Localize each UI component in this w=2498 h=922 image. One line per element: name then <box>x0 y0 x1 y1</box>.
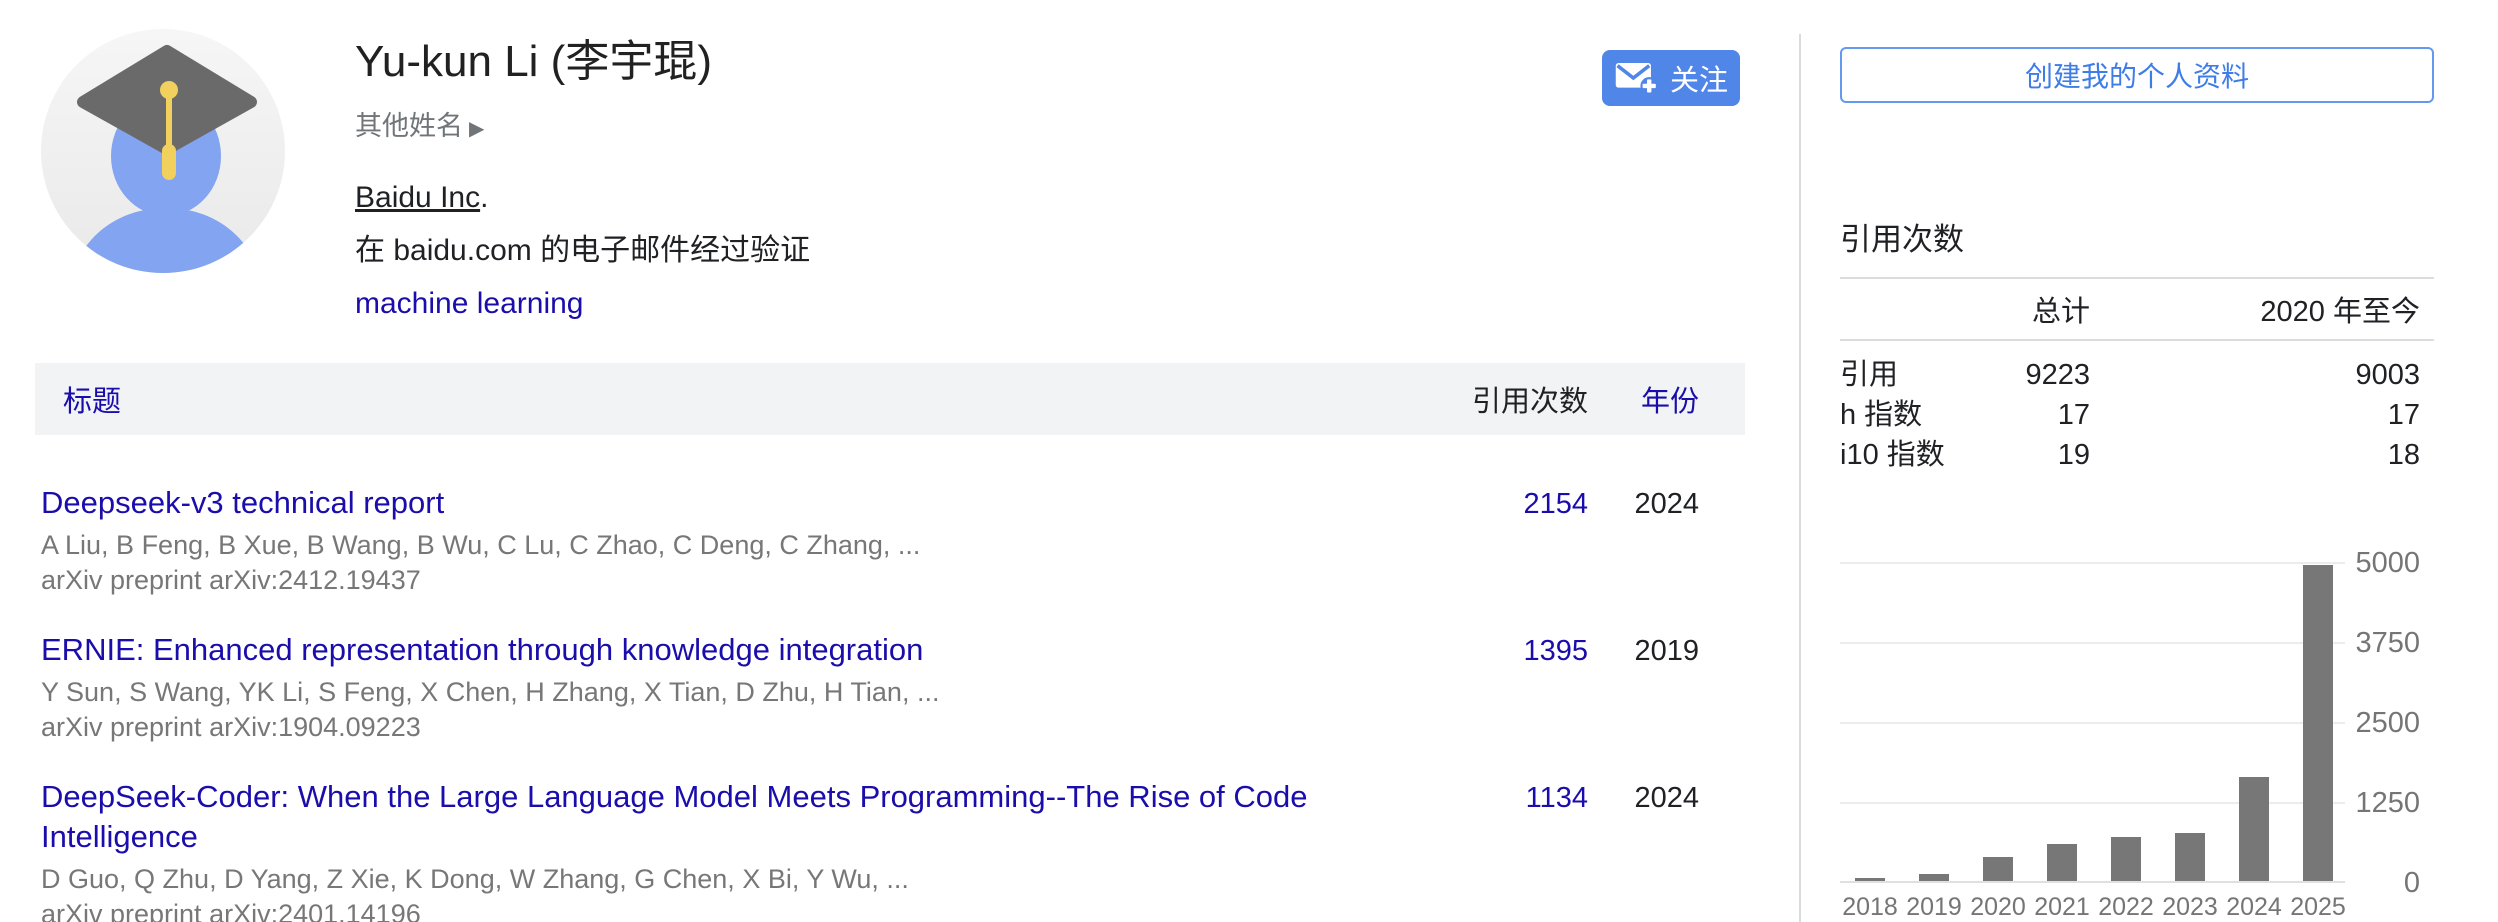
article-cited-by-link[interactable]: 1134 <box>1448 777 1588 922</box>
citations-row-citations: 引用 9223 9003 <box>1840 355 2434 395</box>
email-plus-icon <box>1614 61 1658 95</box>
article-authors: D Guo, Q Zhu, D Yang, Z Xie, K Dong, W Z… <box>41 862 1448 897</box>
article-authors: A Liu, B Feng, B Xue, B Wang, B Wu, C Lu… <box>41 528 1448 563</box>
chart-gridline <box>1840 642 2345 644</box>
article-cited-by-link[interactable]: 1395 <box>1448 630 1588 745</box>
chart-ytick-label: 1250 <box>2290 783 2420 823</box>
chart-ytick-label: 3750 <box>2290 623 2420 663</box>
other-names-toggle[interactable]: 其他姓名▶ <box>355 104 1555 143</box>
article-row: DeepSeek-Coder: When the Large Language … <box>35 777 1745 922</box>
affiliation-line: Baidu Inc. <box>355 181 1555 215</box>
chart-xtick-label: 2025 <box>2276 893 2360 922</box>
citations-row-i10-index: i10 指数 19 18 <box>1840 435 2434 475</box>
follow-button[interactable]: 关注 <box>1602 50 1740 106</box>
profile-name: Yu-kun Li (李宇琨) <box>355 36 1555 88</box>
article-title-link[interactable]: Deepseek-v3 technical report <box>41 483 1448 523</box>
citation-chart-plot <box>1840 545 2345 883</box>
chart-ytick-label: 5000 <box>2290 543 2420 583</box>
article-year: 2024 <box>1588 777 1745 922</box>
citations-section-title: 引用次数 <box>1840 214 1964 259</box>
citations-col-all: 总计 <box>2010 288 2090 330</box>
chart-ytick-label: 2500 <box>2290 703 2420 743</box>
chart-gridline <box>1840 562 2345 564</box>
vertical-divider <box>1799 34 1801 922</box>
sort-by-citations-label: 引用次数 <box>1448 378 1588 420</box>
article-year: 2019 <box>1588 630 1745 745</box>
chart-gridline <box>1840 802 2345 804</box>
interest-link-machine-learning[interactable]: machine learning <box>355 287 583 320</box>
chart-bar-2022[interactable] <box>2111 837 2141 881</box>
citations-table-header: 总计 2020 年至今 <box>1840 277 2434 341</box>
verified-email: 在 baidu.com 的电子邮件经过验证 <box>355 225 1555 269</box>
articles-table-header: 标题 引用次数 年份 <box>35 363 1745 435</box>
sidebar: 创建我的个人资料 引用次数 总计 2020 年至今 引用 9223 9003 h… <box>1840 0 2434 922</box>
citation-chart: 0125025003750500020182019202020212022202… <box>1840 545 2434 922</box>
article-title-link[interactable]: DeepSeek-Coder: When the Large Language … <box>41 777 1448 857</box>
affiliation-link[interactable]: Baidu Inc <box>355 181 480 214</box>
avatar <box>38 26 288 276</box>
article-venue: arXiv preprint arXiv:2401.14196 <box>41 897 1448 922</box>
chart-bar-2023[interactable] <box>2175 833 2205 881</box>
article-venue: arXiv preprint arXiv:2412.19437 <box>41 563 1448 598</box>
scholar-profile-page: Yu-kun Li (李宇琨) 其他姓名▶ Baidu Inc. 在 baidu… <box>0 0 2498 922</box>
chart-bar-2019[interactable] <box>1919 874 1949 881</box>
chart-gridline <box>1840 722 2345 724</box>
chart-bar-2024[interactable] <box>2239 777 2269 881</box>
citations-table: 总计 2020 年至今 引用 9223 9003 h 指数 17 17 i10 … <box>1840 277 2434 475</box>
article-title-link[interactable]: ERNIE: Enhanced representation through k… <box>41 630 1448 670</box>
chart-bar-2018[interactable] <box>1855 878 1885 881</box>
article-year: 2024 <box>1588 483 1745 598</box>
create-profile-button[interactable]: 创建我的个人资料 <box>1840 47 2434 103</box>
chart-bar-2021[interactable] <box>2047 844 2077 881</box>
article-row: Deepseek-v3 technical report A Liu, B Fe… <box>35 483 1745 598</box>
chart-bar-2020[interactable] <box>1983 857 2013 881</box>
citations-row-h-index: h 指数 17 17 <box>1840 395 2434 435</box>
article-row: ERNIE: Enhanced representation through k… <box>35 630 1745 745</box>
profile-header: Yu-kun Li (李宇琨) 其他姓名▶ Baidu Inc. 在 baidu… <box>355 36 1555 321</box>
article-cited-by-link[interactable]: 2154 <box>1448 483 1588 598</box>
interests: machine learning <box>355 287 1555 321</box>
default-scholar-avatar-icon <box>38 26 288 276</box>
article-authors: Y Sun, S Wang, YK Li, S Feng, X Chen, H … <box>41 675 1448 710</box>
article-venue: arXiv preprint arXiv:1904.09223 <box>41 710 1448 745</box>
expand-arrow-icon: ▶ <box>469 118 484 140</box>
sort-by-title-link[interactable]: 标题 <box>63 386 121 418</box>
articles-table: 标题 引用次数 年份 Deepseek-v3 technical report … <box>35 363 1745 922</box>
sort-by-year-link[interactable]: 年份 <box>1641 386 1699 418</box>
citations-col-since: 2020 年至今 <box>2090 288 2434 330</box>
follow-button-label: 关注 <box>1670 57 1728 99</box>
